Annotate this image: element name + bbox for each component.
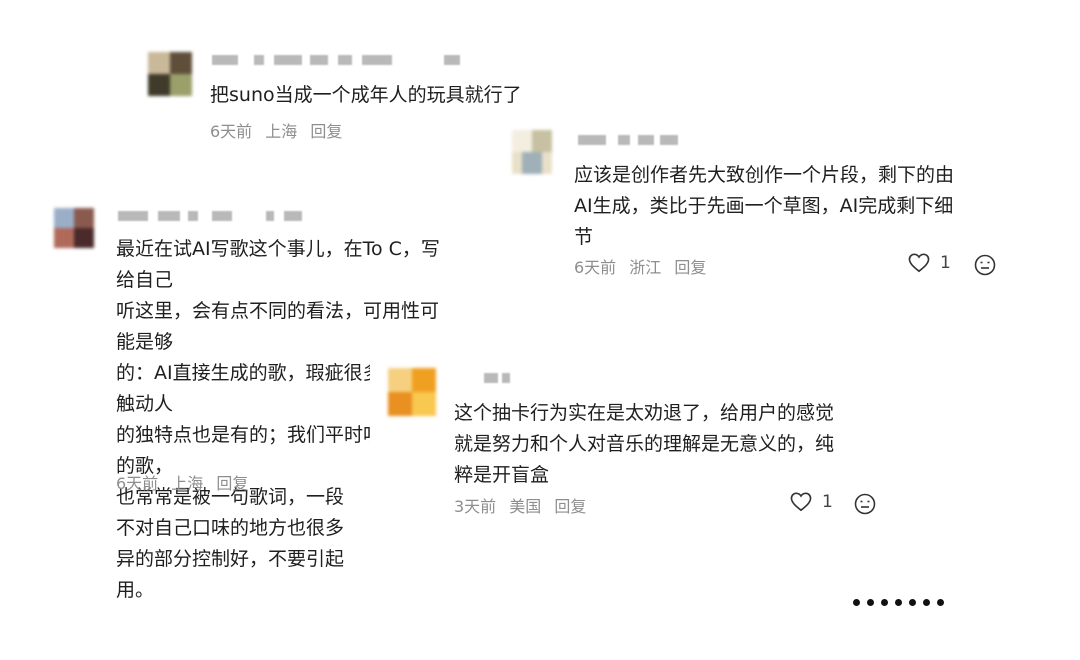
like-button[interactable]: 1 [790,492,833,512]
comment-time: 6天前 [210,122,253,141]
comment-meta: 6天前 上海 回复 [210,118,350,142]
comment-meta: 3天前 美国 回复 [454,493,594,517]
more-dots-icon[interactable] [853,599,944,606]
heart-outline-icon [908,253,930,273]
comment-time: 3天前 [454,497,497,516]
like-button[interactable]: 1 [908,253,951,273]
username-blurred[interactable] [480,370,520,386]
avatar[interactable] [512,130,552,174]
comment-card: 最近在试AI写歌这个事儿，在To C，写给自己 听这里，会有点不同的看法，可用性… [40,196,440,601]
comment-location: 美国 [509,497,542,516]
comment-time: 6天前 [116,474,159,493]
heart-outline-icon [790,492,812,512]
username-blurred[interactable] [578,132,678,148]
comment-card: 应该是创作者先大致创作一个片段，剩下的由 AI生成，类比于先画一个草图，AI完成… [508,118,1020,288]
comment-card: 这个抽卡行为实在是太劝退了，给用户的感觉 就是努力和个人对音乐的理解是无意义的，… [370,356,890,526]
username-blurred[interactable] [212,52,472,68]
like-count: 1 [822,492,833,512]
avatar[interactable] [54,208,94,248]
comment-text: 应该是创作者先大致创作一个片段，剩下的由 AI生成，类比于先画一个草图，AI完成… [574,164,955,248]
comment-location: 上海 [171,474,204,493]
comment-location: 上海 [265,122,298,141]
neutral-face-icon[interactable] [974,254,996,276]
avatar[interactable] [388,368,436,416]
comment-meta: 6天前 上海 回复 [116,470,256,494]
like-count: 1 [940,253,951,273]
reply-button[interactable]: 回复 [310,122,342,141]
comment-text: 把suno当成一个成年人的玩具就行了 [210,84,522,106]
neutral-face-icon[interactable] [854,493,876,515]
comment-text: 这个抽卡行为实在是太劝退了，给用户的感觉 就是努力和个人对音乐的理解是无意义的，… [454,402,835,486]
reply-button[interactable]: 回复 [554,497,586,516]
comment-location: 浙江 [629,258,662,277]
reply-button[interactable]: 回复 [674,258,706,277]
avatar[interactable] [148,52,192,96]
reply-button[interactable]: 回复 [216,474,248,493]
comment-meta: 6天前 浙江 回复 [574,254,714,278]
comment-time: 6天前 [574,258,617,277]
username-blurred[interactable] [118,208,318,224]
